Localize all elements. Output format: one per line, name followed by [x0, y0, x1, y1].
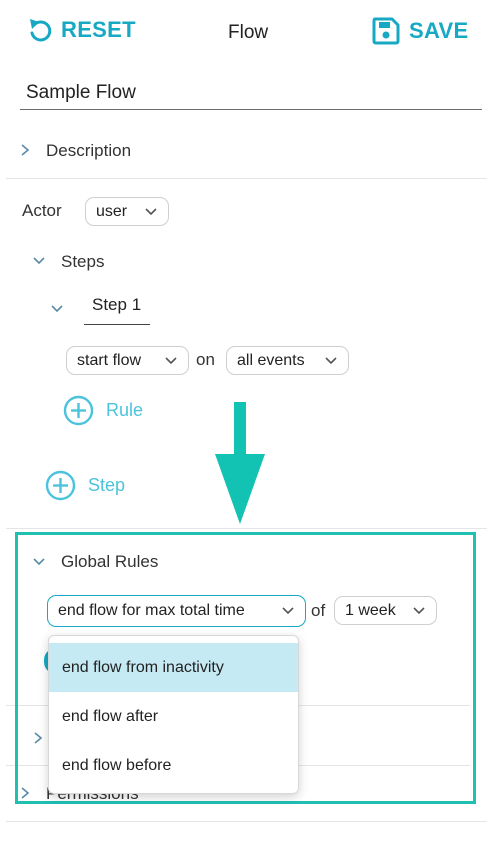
- step-trigger-select[interactable]: start flow: [66, 346, 189, 375]
- add-step-button[interactable]: Step: [45, 470, 125, 501]
- reset-label: RESET: [61, 17, 136, 42]
- add-step-label: Step: [88, 475, 126, 495]
- dropdown-option[interactable]: end flow after: [49, 692, 298, 741]
- step-name-field[interactable]: Step 1: [84, 295, 150, 325]
- global-rule-dropdown-menu: end flow from inactivity end flow after …: [48, 635, 299, 794]
- top-toolbar: RESET Flow SAVE: [0, 0, 487, 66]
- chevron-down-icon: [325, 356, 337, 364]
- divider: [6, 528, 487, 529]
- step-event-select[interactable]: all events: [226, 346, 349, 375]
- chevron-right-icon[interactable]: [19, 142, 31, 158]
- step-trigger-value: start flow: [77, 351, 142, 369]
- save-label: SAVE: [409, 18, 469, 43]
- flow-name-input[interactable]: [20, 76, 482, 110]
- dropdown-option[interactable]: end flow before: [49, 741, 298, 790]
- actor-select[interactable]: user: [85, 197, 169, 226]
- plus-circle-icon: [45, 470, 76, 501]
- chevron-down-icon[interactable]: [49, 303, 65, 315]
- chevron-down-icon: [145, 207, 157, 215]
- steps-toggle[interactable]: Steps: [61, 252, 104, 272]
- reset-button[interactable]: RESET: [27, 16, 136, 44]
- chevron-down-icon: [165, 356, 177, 364]
- dropdown-option[interactable]: end flow from inactivity: [49, 643, 298, 692]
- page-title: Flow: [228, 22, 269, 43]
- floppy-disk-icon: [371, 16, 401, 46]
- chevron-down-icon[interactable]: [31, 255, 47, 267]
- description-toggle[interactable]: Description: [46, 141, 131, 161]
- add-rule-label: Rule: [106, 400, 144, 420]
- actor-label: Actor: [22, 201, 62, 220]
- on-connector: on: [196, 350, 215, 369]
- actor-select-value: user: [96, 202, 128, 220]
- down-arrow-icon: [215, 402, 265, 524]
- divider: [6, 178, 487, 179]
- save-button[interactable]: SAVE: [371, 16, 468, 46]
- add-rule-button[interactable]: Rule: [63, 395, 143, 426]
- undo-icon: [27, 16, 53, 44]
- divider: [6, 821, 487, 822]
- plus-circle-icon: [63, 395, 94, 426]
- step-event-value: all events: [237, 351, 305, 369]
